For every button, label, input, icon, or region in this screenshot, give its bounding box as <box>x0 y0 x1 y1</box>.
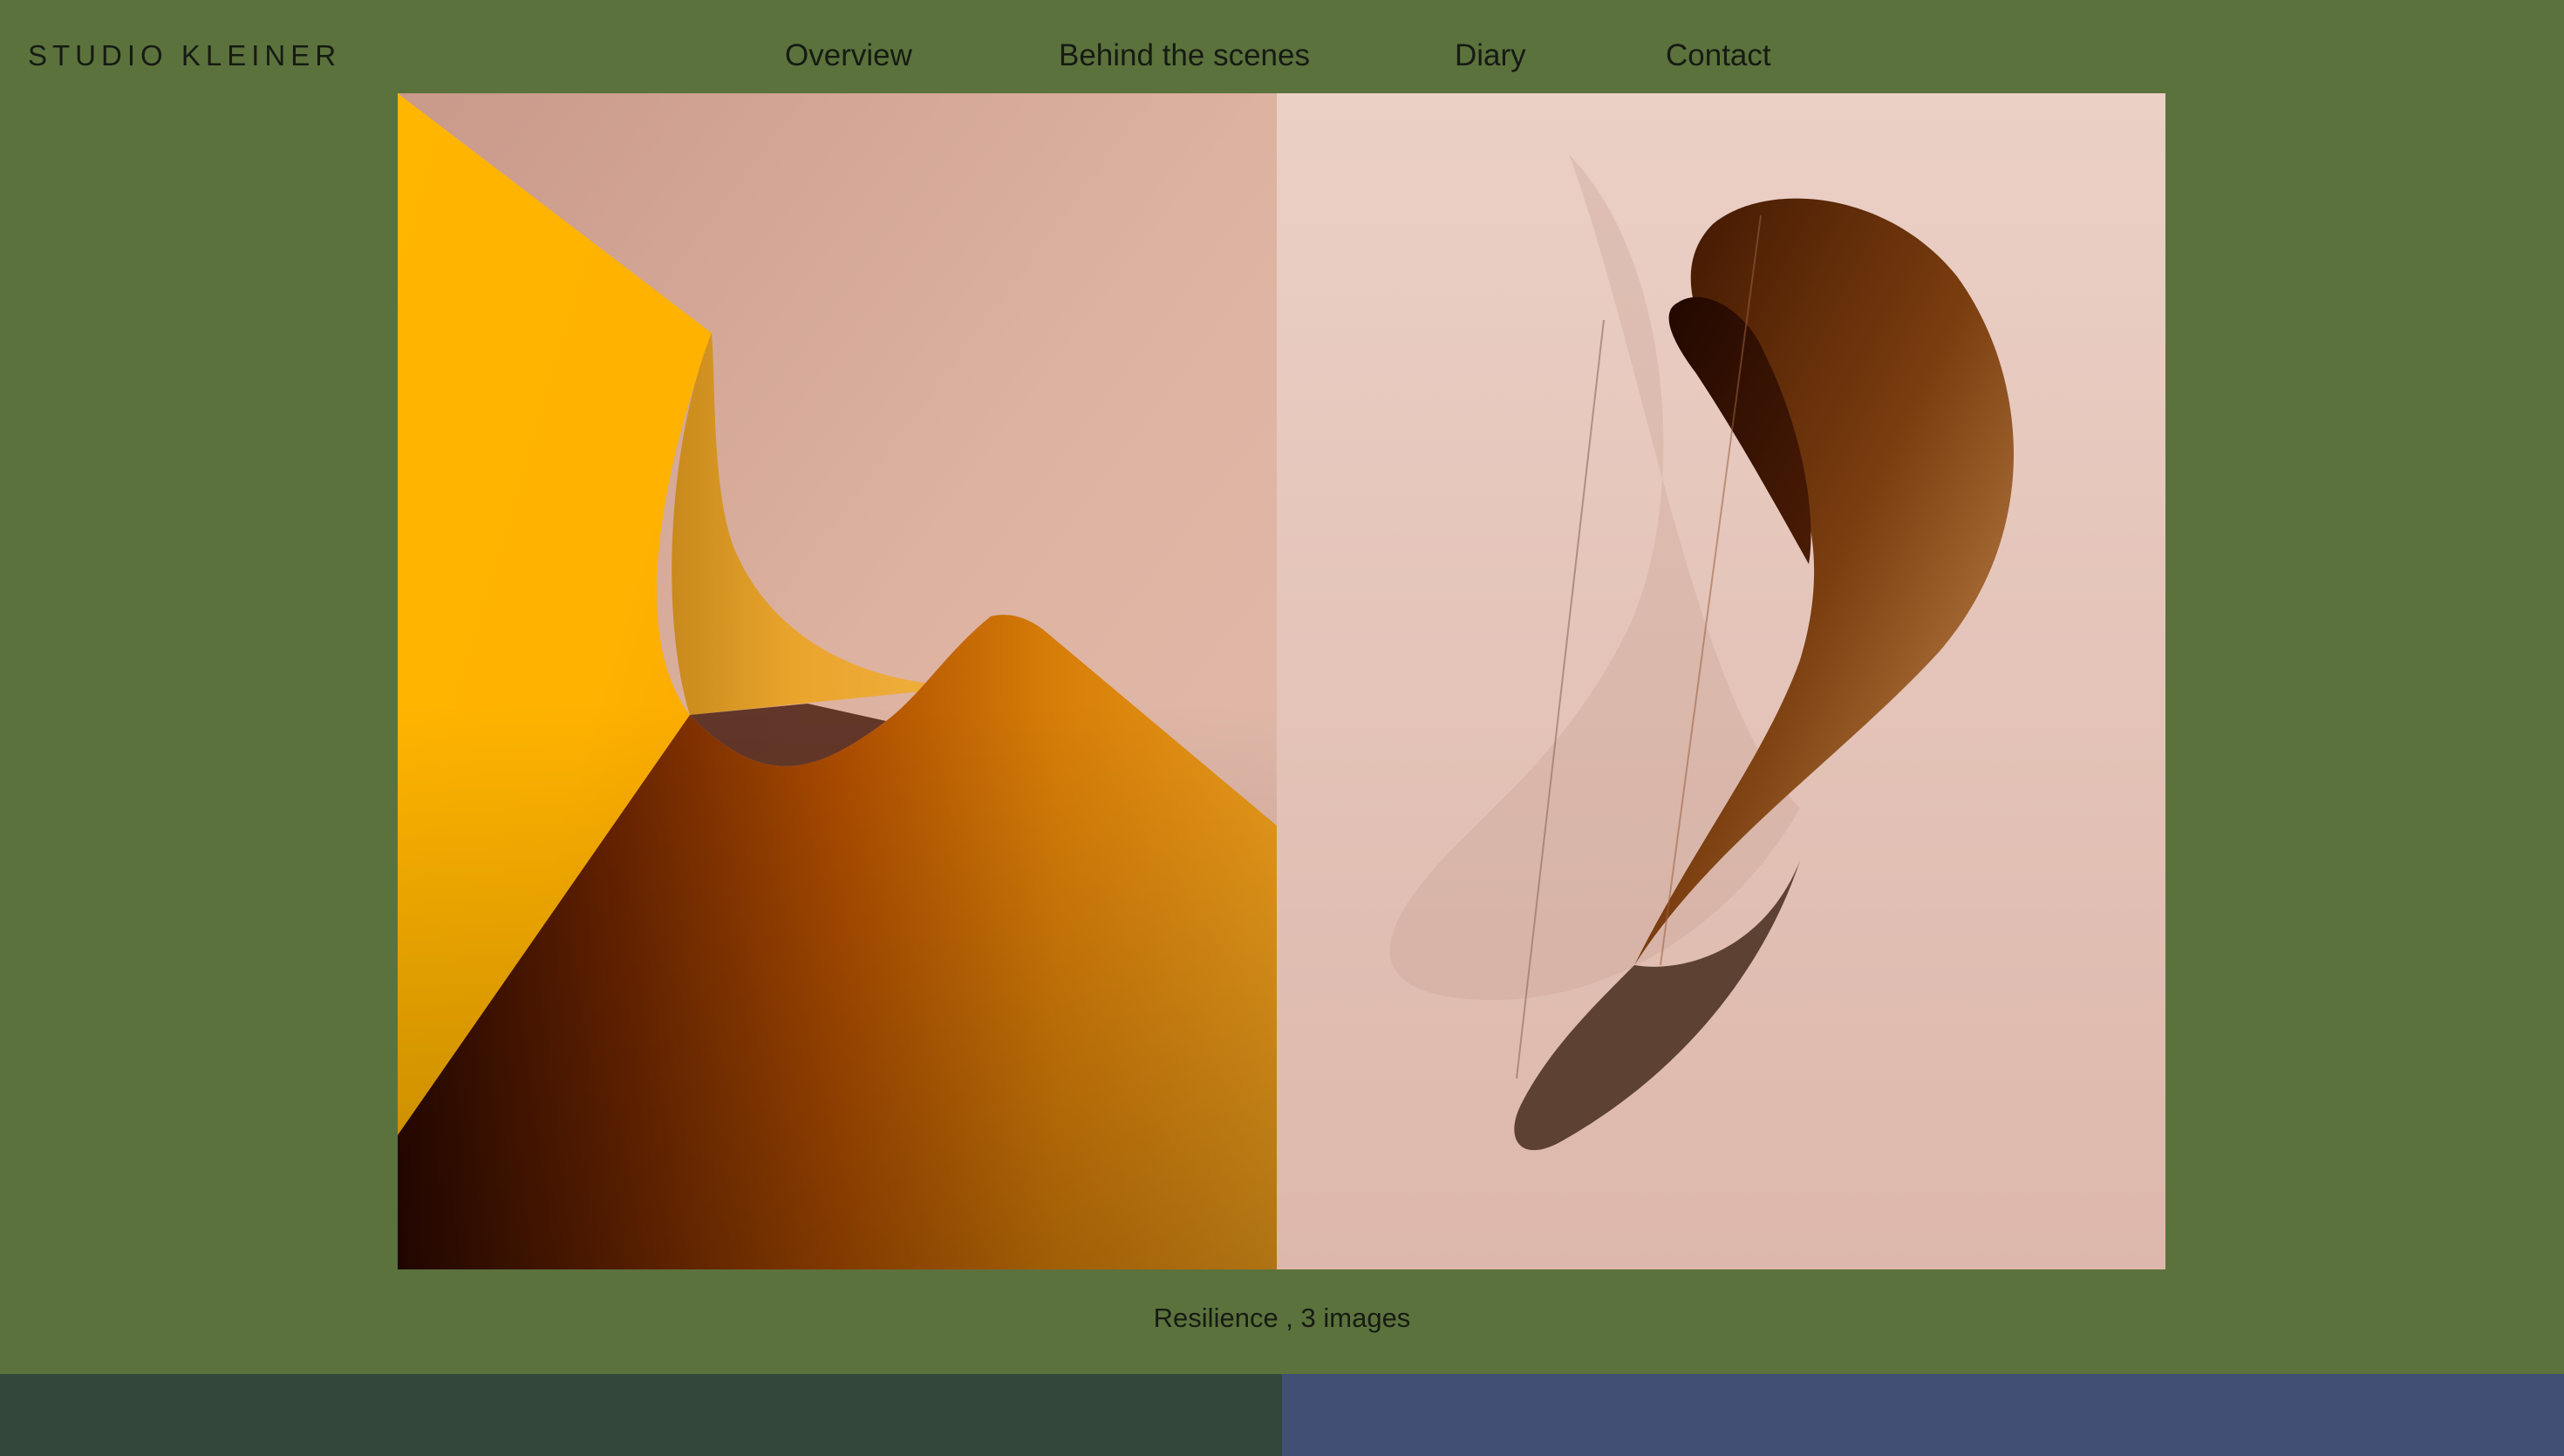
page-background: STUDIO KLEINER Overview Behind the scene… <box>0 0 2564 1374</box>
gallery-caption: Resilience , 3 images <box>1153 1303 1411 1333</box>
nav-link-contact[interactable]: Contact <box>1666 35 1771 77</box>
footer-block-right <box>1282 1374 2564 1456</box>
image-gallery[interactable] <box>398 93 2165 1269</box>
nav-link-diary[interactable]: Diary <box>1455 35 1526 77</box>
nav-link-behind-the-scenes[interactable]: Behind the scenes <box>1059 35 1310 77</box>
gallery-image-folded-paper[interactable] <box>398 93 1277 1269</box>
nav-link-overview[interactable]: Overview <box>785 35 912 77</box>
gallery-image-suspended-curve[interactable] <box>1277 93 2165 1269</box>
brand-logo-link[interactable]: STUDIO KLEINER <box>28 37 341 75</box>
footer-block-left <box>0 1374 1282 1456</box>
